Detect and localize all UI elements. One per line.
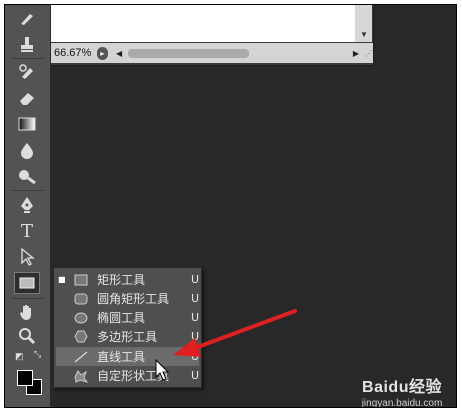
baidu-watermark: Baidu经验 jingyan.baidu.com xyxy=(347,373,456,408)
annotation-arrow-icon xyxy=(173,309,297,357)
photoshop-window: ▼ 66.67% ▸ ◀ ▶ ⋰ T ◩ ⤡ ■ 矩形工具 U 圆角矩形工具 U… xyxy=(4,4,457,408)
watermark-logo: Baidu经验 xyxy=(362,379,442,396)
watermark-url: jingyan.baidu.com xyxy=(361,398,443,408)
foreground-color-swatch[interactable] xyxy=(17,370,33,386)
